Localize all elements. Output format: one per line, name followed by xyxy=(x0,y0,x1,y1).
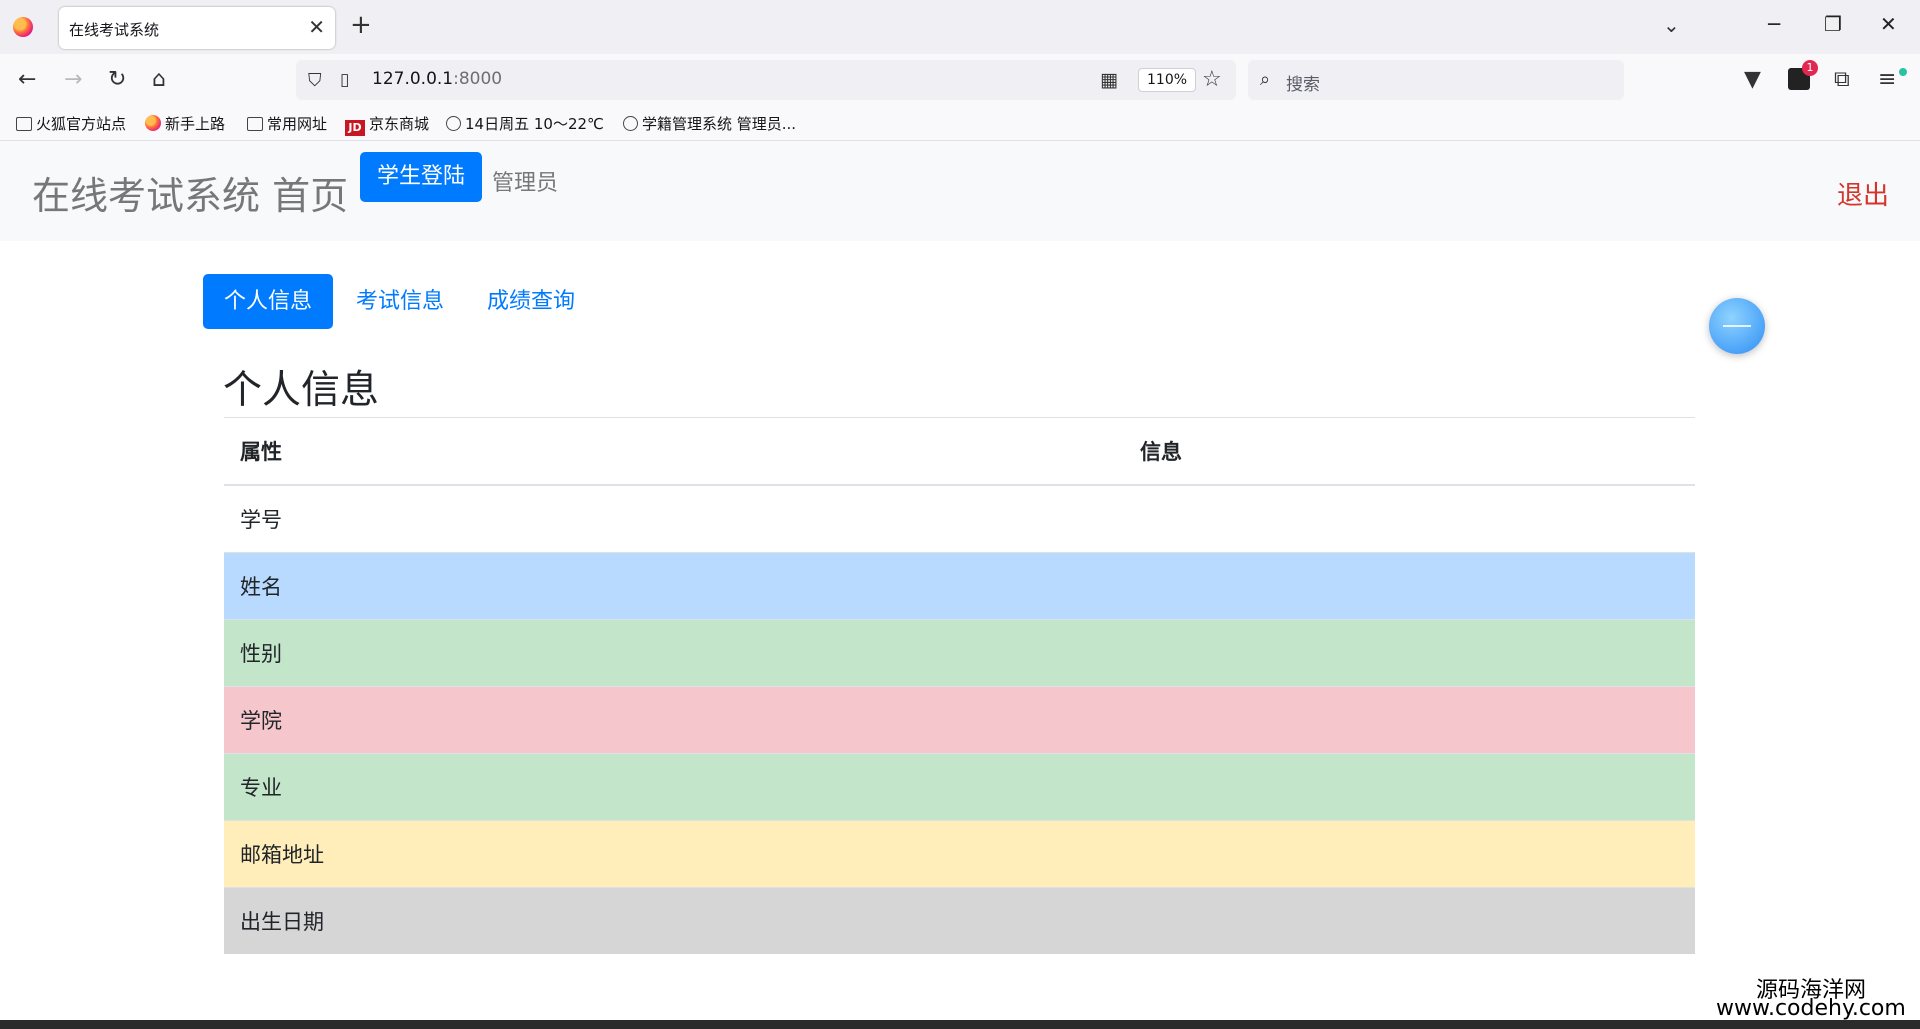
update-dot xyxy=(1899,68,1907,76)
value-cell xyxy=(1124,887,1695,954)
restore-button[interactable]: ❐ xyxy=(1824,12,1842,36)
url-host: 127.0.0.1 xyxy=(372,69,454,89)
brand-link[interactable]: 在线考试系统 首页 xyxy=(32,165,348,220)
bookmark-item[interactable]: 火狐官方站点 xyxy=(16,113,126,134)
column-header-attribute: 属性 xyxy=(224,417,1124,486)
attribute-cell: 姓名 xyxy=(224,552,1124,620)
home-icon[interactable]: ⌂ xyxy=(152,67,166,92)
qr-code-icon[interactable]: ▦ xyxy=(1100,69,1118,91)
folder-icon xyxy=(16,117,32,131)
minimize-button[interactable]: ─ xyxy=(1768,12,1780,36)
bookmark-item[interactable]: 学籍管理系统 管理员... xyxy=(623,113,796,134)
bookmark-label: 常用网址 xyxy=(267,115,328,133)
bookmark-item[interactable]: 14日周五 10～22℃ xyxy=(446,113,604,134)
bookmark-item[interactable]: 常用网址 xyxy=(247,113,327,134)
url-port: :8000 xyxy=(453,69,503,89)
reload-icon[interactable]: ↻ xyxy=(108,67,126,92)
table-row: 学号 xyxy=(224,484,1695,553)
bookmarks-bar: 火狐官方站点 新手上路 常用网址 JD 京东商城 14日周五 10～22℃ 学籍管… xyxy=(0,106,1920,141)
table-row: 邮箱地址 xyxy=(224,820,1695,888)
globe-icon xyxy=(623,116,638,131)
bookmark-label: 京东商城 xyxy=(369,115,430,133)
bookmark-item[interactable]: 新手上路 xyxy=(145,113,225,134)
student-login-button[interactable]: 学生登陆 xyxy=(360,152,482,202)
page-info-icon[interactable]: ▯ xyxy=(340,70,349,90)
personal-info-table: 属性 信息 学号 姓名 性别 学院 专业 邮箱地址 出生日期 xyxy=(224,417,1695,954)
column-header-info: 信息 xyxy=(1124,417,1695,486)
attribute-cell: 专业 xyxy=(224,753,1124,821)
folder-icon xyxy=(247,117,263,131)
extension-icon[interactable]: 1 xyxy=(1788,60,1818,90)
app-menu-icon[interactable]: ≡ xyxy=(1878,67,1896,92)
new-tab-button[interactable]: + xyxy=(350,10,372,40)
browser-toolbar: ← → ↻ ⌂ ⛉ ▯ 127.0.0.1:8000 ▦ 110% ☆ ⌕ 搜索… xyxy=(0,54,1920,106)
table-header-row: 属性 信息 xyxy=(224,417,1695,486)
list-all-tabs-icon[interactable]: ⌄ xyxy=(1663,13,1680,37)
search-bar[interactable]: ⌕ 搜索 xyxy=(1248,60,1624,100)
table-row: 出生日期 xyxy=(224,887,1695,954)
vpn-icon[interactable]: ▼ xyxy=(1744,67,1761,92)
close-window-button[interactable]: ✕ xyxy=(1880,12,1897,36)
value-cell xyxy=(1124,820,1695,888)
floating-assistant-button[interactable] xyxy=(1709,298,1765,354)
bookmark-label: 新手上路 xyxy=(165,115,226,133)
value-cell xyxy=(1124,552,1695,620)
extension-badge: 1 xyxy=(1802,60,1818,76)
admin-link[interactable]: 管理员 xyxy=(492,165,558,197)
browser-tab[interactable]: 在线考试系统 ✕ xyxy=(59,7,335,49)
table-row: 性别 xyxy=(224,619,1695,687)
search-input[interactable]: 搜索 xyxy=(1286,70,1320,95)
firefox-icon xyxy=(145,115,161,131)
value-cell xyxy=(1124,484,1695,553)
globe-icon xyxy=(446,116,461,131)
bookmark-item[interactable]: JD 京东商城 xyxy=(345,113,429,136)
shield-icon[interactable]: ⛉ xyxy=(308,70,322,91)
taskbar-strip xyxy=(0,1020,1920,1029)
extensions-puzzle-icon[interactable]: ⧉ xyxy=(1834,67,1850,92)
watermark-site-url: www.codehy.com xyxy=(1716,996,1906,1021)
attribute-cell: 出生日期 xyxy=(224,887,1124,954)
jd-icon: JD xyxy=(345,120,365,136)
value-cell xyxy=(1124,686,1695,754)
back-icon[interactable]: ← xyxy=(18,67,36,92)
bookmark-label: 14日周五 10～22℃ xyxy=(465,115,604,133)
attribute-cell: 学院 xyxy=(224,686,1124,754)
url-text[interactable]: 127.0.0.1:8000 xyxy=(372,69,502,89)
tab-title: 在线考试系统 xyxy=(69,21,160,39)
tab-close-icon[interactable]: ✕ xyxy=(308,15,325,39)
url-bar[interactable]: ⛉ ▯ 127.0.0.1:8000 ▦ 110% ☆ xyxy=(296,60,1236,100)
tab-exam-info[interactable]: 考试信息 xyxy=(356,274,444,329)
bookmark-label: 火狐官方站点 xyxy=(36,115,127,133)
tab-score-query[interactable]: 成绩查询 xyxy=(487,274,575,329)
bookmark-label: 学籍管理系统 管理员... xyxy=(642,115,797,133)
zoom-level[interactable]: 110% xyxy=(1138,68,1197,92)
firefox-logo-icon xyxy=(13,17,33,37)
attribute-cell: 学号 xyxy=(224,484,1124,553)
attribute-cell: 邮箱地址 xyxy=(224,820,1124,888)
bookmark-star-icon[interactable]: ☆ xyxy=(1202,67,1222,92)
table-row: 专业 xyxy=(224,753,1695,821)
forward-icon[interactable]: → xyxy=(64,67,82,92)
search-icon: ⌕ xyxy=(1260,69,1271,90)
table-row: 学院 xyxy=(224,686,1695,754)
logout-link[interactable]: 退出 xyxy=(1837,175,1889,212)
tab-personal-info[interactable]: 个人信息 xyxy=(203,274,334,329)
browser-tab-strip: 在线考试系统 ✕ + ⌄ ─ ❐ ✕ xyxy=(0,0,1920,54)
app-navbar: 在线考试系统 首页 学生登陆 管理员 退出 xyxy=(0,141,1920,241)
attribute-cell: 性别 xyxy=(224,619,1124,687)
value-cell xyxy=(1124,619,1695,687)
value-cell xyxy=(1124,753,1695,821)
table-row: 姓名 xyxy=(224,552,1695,620)
section-title: 个人信息 xyxy=(223,368,380,413)
